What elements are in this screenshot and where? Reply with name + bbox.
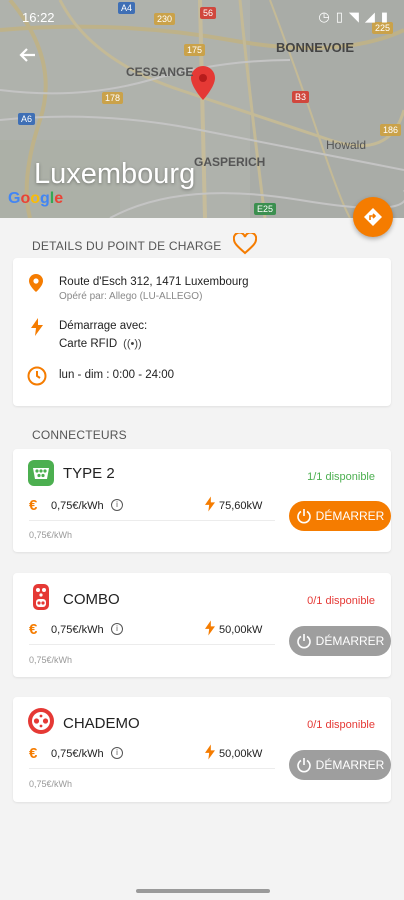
bolt-icon [205, 620, 215, 636]
map-label-gasperich: GASPERICH [194, 155, 266, 169]
euro-icon: € [29, 745, 38, 762]
battery-icon: ▮ [380, 9, 388, 24]
power-icon [296, 758, 311, 773]
address-text: Route d'Esch 312, 1471 Luxembourg [59, 276, 249, 288]
clock-icon [27, 366, 47, 386]
info-icon[interactable]: i [111, 747, 123, 759]
start-button[interactable]: DÉMARRER [289, 750, 391, 780]
road-shield: E25 [254, 203, 277, 215]
vibrate-icon: ▯ [335, 9, 343, 24]
start-method-text: Carte RFID [59, 338, 118, 350]
bolt-icon [205, 496, 215, 512]
start-button-label: DÉMARRER [315, 758, 385, 772]
start-label: Démarrage avec: [59, 320, 148, 332]
status-icons: ◷ ▯ ◥ ◢ ▮ [318, 9, 388, 25]
status-bar: 16:22 ◷ ▯ ◥ ◢ ▮ [0, 0, 404, 34]
start-button[interactable]: DÉMARRER [289, 626, 391, 656]
euro-icon: € [29, 497, 38, 514]
directions-button[interactable] [353, 197, 393, 237]
combo-connector-icon [33, 584, 49, 610]
power-icon [296, 634, 311, 649]
connectors-section-title: CONNECTEURS [32, 428, 127, 442]
start-button-label: DÉMARRER [315, 634, 385, 648]
power-text: 50,00kW [219, 624, 263, 636]
road-shield: 178 [102, 92, 124, 104]
power-icon [296, 509, 311, 524]
details-card: Route d'Esch 312, 1471 Luxembourg Opéré … [13, 258, 391, 406]
connector-name: CHADEMO [63, 715, 140, 732]
type2-connector-icon [28, 460, 54, 486]
power-text: 75,60kW [219, 500, 263, 512]
road-shield: 175 [184, 44, 206, 56]
map-label-howald: Howald [326, 138, 367, 152]
availability-text: 0/1 disponible [307, 595, 375, 607]
connector-card-type2: TYPE 2 1/1 disponible € 0,75€/kWh i 75,6… [13, 449, 391, 552]
sub-price-text: 0,75€/kWh [29, 530, 73, 540]
availability-text: 0/1 disponible [307, 719, 375, 731]
connector-card-chademo: CHADEMO 0/1 disponible € 0,75€/kWh i 50,… [13, 697, 391, 802]
divider [29, 768, 275, 769]
connector-name: COMBO [63, 591, 120, 608]
nfc-icon: ((•)) [123, 338, 142, 350]
heart-outline-icon[interactable] [232, 231, 258, 260]
price-text: 0,75€/kWh [51, 624, 104, 636]
map-label-cessange: CESSANGE [126, 65, 194, 79]
divider [29, 520, 275, 521]
map-header[interactable]: CESSANGE BONNEVOIE GASPERICH Howald A4 2… [0, 0, 404, 218]
bolt-icon [205, 744, 215, 760]
info-icon[interactable]: i [111, 623, 123, 635]
chademo-connector-icon [28, 708, 54, 734]
road-shield: 186 [380, 124, 402, 136]
availability-text: 1/1 disponible [307, 471, 375, 483]
hours-text: lun - dim : 0:00 - 24:00 [59, 369, 175, 381]
directions-icon [364, 208, 382, 226]
page-title: Luxembourg [34, 158, 196, 190]
road-shield: B3 [292, 91, 310, 103]
location-pin-icon [29, 274, 43, 292]
bolt-icon [31, 318, 43, 336]
sub-price-text: 0,75€/kWh [29, 779, 73, 789]
road-shield: A6 [18, 113, 36, 125]
start-button-label: DÉMARRER [315, 509, 385, 523]
price-text: 0,75€/kWh [51, 500, 104, 512]
status-time: 16:22 [22, 10, 55, 25]
map-label-bonnevoie: BONNEVOIE [276, 40, 355, 55]
google-logo: Google [8, 190, 64, 207]
alarm-icon: ◷ [318, 9, 330, 24]
operator-text: Opéré par: Allego (LU-ALLEGO) [59, 291, 203, 302]
gesture-nav-handle[interactable] [136, 889, 270, 893]
arrow-left-icon[interactable] [14, 44, 42, 72]
connector-card-combo: COMBO 0/1 disponible € 0,75€/kWh i 50,00… [13, 573, 391, 677]
start-button[interactable]: DÉMARRER [289, 501, 391, 531]
power-text: 50,00kW [219, 748, 263, 760]
wifi-icon: ◥ [348, 9, 359, 24]
euro-icon: € [29, 621, 38, 638]
info-icon[interactable]: i [111, 499, 123, 511]
price-text: 0,75€/kWh [51, 748, 104, 760]
connector-name: TYPE 2 [63, 465, 115, 482]
signal-icon: ◢ [364, 9, 375, 24]
divider [29, 644, 275, 645]
sub-price-text: 0,75€/kWh [29, 655, 73, 665]
details-section-title: DETAILS DU POINT DE CHARGE [32, 239, 222, 253]
